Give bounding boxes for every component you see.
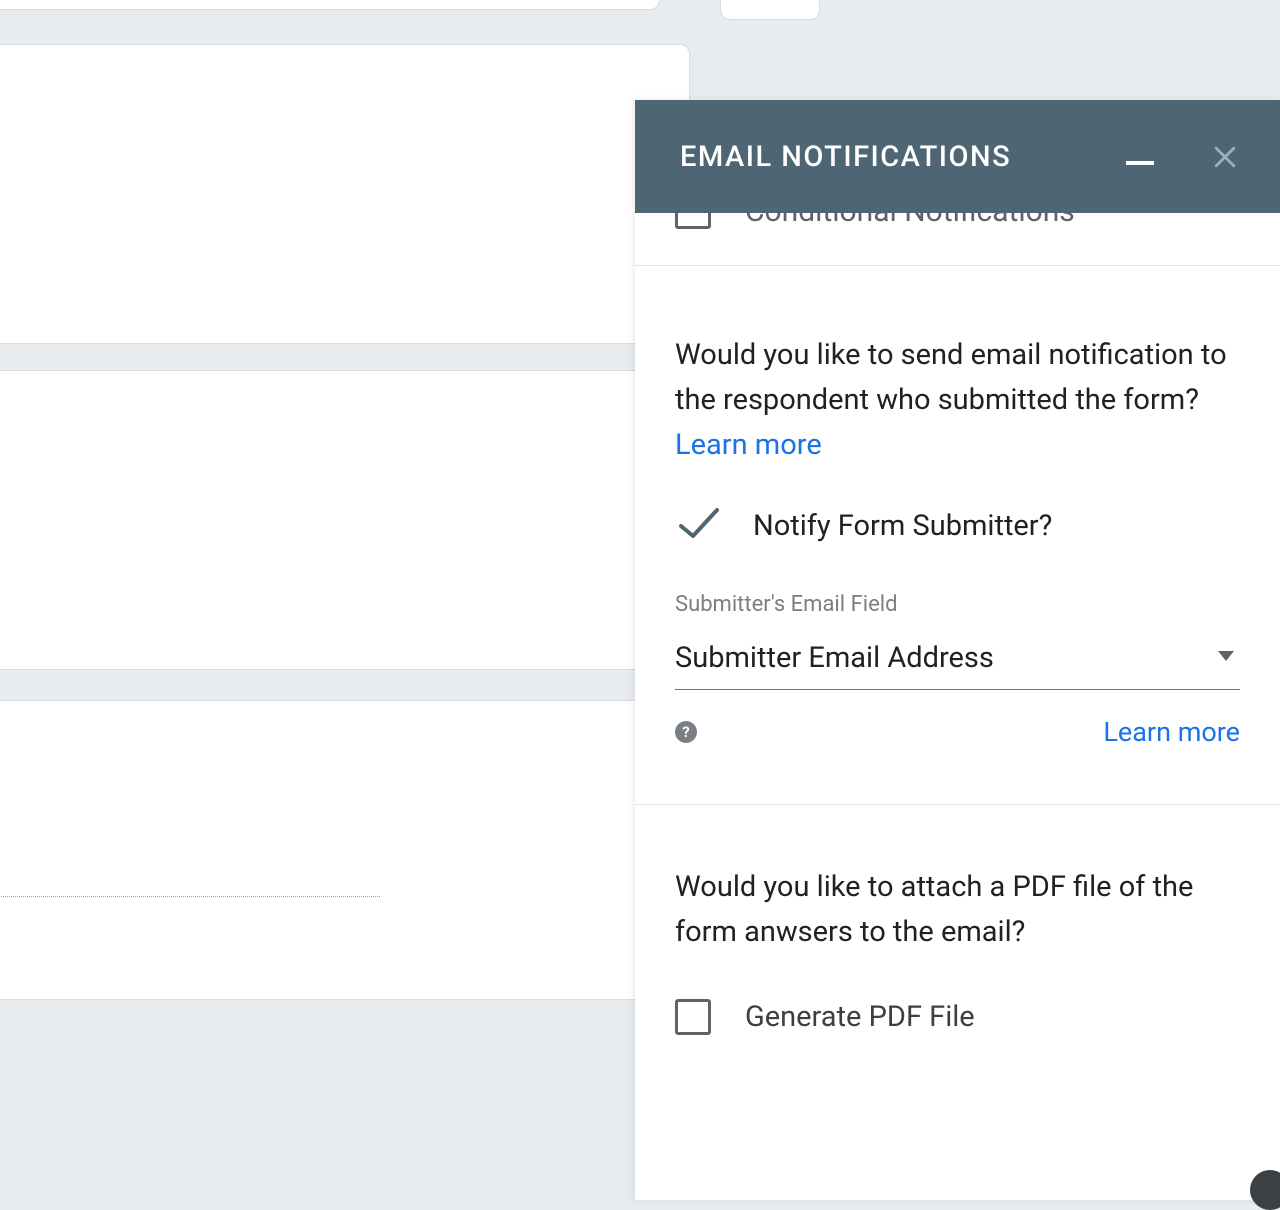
notify-submitter-section: Would you like to send email notificatio…: [635, 213, 1280, 805]
conditional-notifications-label: Conditional Notifications: [745, 213, 1075, 229]
close-button[interactable]: [1210, 142, 1240, 172]
chevron-down-icon: [1216, 648, 1236, 667]
generate-pdf-label: Generate PDF File: [745, 1000, 975, 1034]
header-actions: [1126, 142, 1240, 172]
help-icon[interactable]: ?: [675, 721, 697, 743]
dotted-divider: [0, 896, 380, 897]
notify-learn-more-link[interactable]: Learn more: [675, 428, 822, 462]
submitter-email-select[interactable]: Submitter Email Address: [675, 633, 1240, 690]
notify-check-label: Notify Form Submitter?: [753, 509, 1052, 543]
conditional-notifications-row: Conditional Notifications: [635, 213, 1280, 266]
background-card-top: [0, 0, 660, 10]
close-icon: [1210, 142, 1240, 172]
panel-body: Conditional Notifications Would you like…: [635, 213, 1280, 1200]
corner-shadow: [1250, 1170, 1280, 1210]
notify-intro: Would you like to send email notificatio…: [675, 333, 1240, 468]
learn-more-link-right[interactable]: Learn more: [1103, 716, 1240, 748]
submitter-email-field-label: Submitter's Email Field: [675, 592, 1240, 617]
generate-pdf-checkbox[interactable]: [675, 999, 711, 1035]
pdf-check-row: Generate PDF File: [675, 999, 1240, 1035]
background-card-3: [0, 700, 690, 1000]
notify-check-row: Notify Form Submitter?: [675, 504, 1240, 548]
background-card-top2: [720, 0, 820, 20]
notify-intro-text: Would you like to send email notificatio…: [675, 338, 1227, 417]
notify-checkmark-toggle[interactable]: [675, 504, 719, 548]
email-notifications-panel: EMAIL NOTIFICATIONS Conditional Notifica…: [635, 100, 1280, 1200]
panel-title: EMAIL NOTIFICATIONS: [680, 140, 1011, 174]
checkmark-icon: [675, 504, 723, 544]
background-card-1: [0, 44, 690, 344]
conditional-notifications-checkbox[interactable]: [675, 213, 711, 229]
pdf-section: Would you like to attach a PDF file of t…: [635, 805, 1280, 1079]
submitter-email-select-value: Submitter Email Address: [675, 641, 994, 675]
background-card-2: [0, 370, 690, 670]
panel-header: EMAIL NOTIFICATIONS: [635, 100, 1280, 213]
minimize-button[interactable]: [1126, 161, 1154, 165]
pdf-intro: Would you like to attach a PDF file of t…: [675, 865, 1240, 955]
help-learn-row: ? Learn more: [675, 716, 1240, 748]
